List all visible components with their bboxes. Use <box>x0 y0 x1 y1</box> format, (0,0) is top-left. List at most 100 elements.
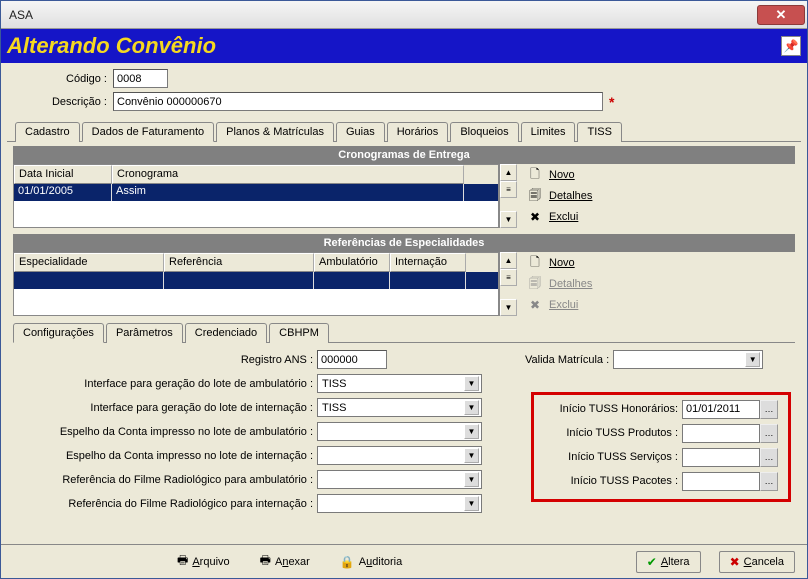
cell <box>314 272 390 289</box>
date-picker-button[interactable]: … <box>760 448 778 467</box>
cronogramas-grid[interactable]: Data Inicial Cronograma 01/01/2005 Assim <box>13 164 499 228</box>
tuss-pacotes-input[interactable] <box>682 472 760 491</box>
scroll-up-icon[interactable]: ▲ <box>500 252 517 269</box>
date-picker-button[interactable]: … <box>760 424 778 443</box>
config-right: Valida Matrícula : ▼ Início TUSS Honorár… <box>525 349 791 502</box>
tab-configuracoes[interactable]: Configurações <box>13 323 104 343</box>
arquivo-label: AArquivorquivo <box>192 556 229 568</box>
tab-planos-matriculas[interactable]: Planos & Matrículas <box>216 122 334 142</box>
scrollbar[interactable]: ▲ ≡ ▼ <box>499 252 517 316</box>
exclui-button[interactable]: ✖ Exclui <box>527 208 592 226</box>
tab-bloqueios[interactable]: Bloqueios <box>450 122 518 142</box>
delete-icon: ✖ <box>527 210 543 224</box>
interface-amb-combo[interactable]: TISS ▼ <box>317 374 482 393</box>
tuss-box: Início TUSS Honorários: … Início TUSS Pr… <box>531 392 791 502</box>
novo-button[interactable]: 🗋 Novo <box>527 254 592 272</box>
cell-crono: Assim <box>112 184 464 201</box>
table-row[interactable]: 01/01/2005 Assim <box>14 184 498 201</box>
espelho-int-combo[interactable]: ▼ <box>317 446 482 465</box>
scroll-down-icon[interactable]: ▼ <box>500 299 517 316</box>
registro-ans-input[interactable] <box>317 350 387 369</box>
detalhes-label: Detalhes <box>549 190 592 202</box>
attach-icon: 🖶 <box>260 551 271 572</box>
ref-filme-int-combo[interactable]: ▼ <box>317 494 482 513</box>
tab-tiss[interactable]: TISS <box>577 122 621 142</box>
tab-cadastro[interactable]: Cadastro <box>15 122 80 142</box>
bottom-bar: 🖶 AArquivorquivo 🖶 Anexar 🔒 Auditoria ✔ … <box>1 544 807 578</box>
novo-label: Novo <box>549 169 575 181</box>
exclui-button: ✖ Exclui <box>527 296 592 314</box>
valida-matricula-label: Valida Matrícula : <box>525 354 613 366</box>
ref-filme-int-label: Referência do Filme Radiológico para int… <box>17 498 317 510</box>
novo-button[interactable]: 🗋 Novo <box>527 166 592 184</box>
table-row[interactable] <box>14 272 498 289</box>
codigo-input[interactable] <box>113 69 168 88</box>
tuss-servicos-label: Início TUSS Serviços : <box>540 451 682 463</box>
chevron-down-icon: ▼ <box>464 472 479 487</box>
scroll-down-icon[interactable]: ▼ <box>500 211 517 228</box>
tab-guias[interactable]: Guias <box>336 122 385 142</box>
refesp-container: Especialidade Referência Ambulatório Int… <box>13 252 795 316</box>
espelho-amb-label: Espelho da Conta impresso no lote de amb… <box>17 426 317 438</box>
registro-ans-label: Registro ANS : <box>17 354 317 366</box>
tab-parametros[interactable]: Parâmetros <box>106 323 183 343</box>
details-icon: 🗐 <box>527 274 543 295</box>
close-button[interactable]: ✕ <box>757 5 805 25</box>
main-tabs: Cadastro Dados de Faturamento Planos & M… <box>7 121 801 142</box>
new-icon: 🗋 <box>527 253 543 274</box>
col-data-inicial[interactable]: Data Inicial <box>14 165 112 184</box>
exclui-label: Exclui <box>549 299 578 311</box>
cell-data: 01/01/2005 <box>14 184 112 201</box>
refesp-header: Referências de Especialidades <box>13 234 795 252</box>
ref-filme-amb-combo[interactable]: ▼ <box>317 470 482 489</box>
anexar-button[interactable]: 🖶 Anexar <box>254 549 316 574</box>
tuss-produtos-label: Início TUSS Produtos : <box>540 427 682 439</box>
scroll-handle[interactable]: ≡ <box>500 269 517 286</box>
close-icon: ✕ <box>776 7 787 23</box>
tab-cbhpm[interactable]: CBHPM <box>269 323 329 343</box>
cancela-button[interactable]: ✖ Cancela <box>719 551 795 573</box>
tab-limites[interactable]: Limites <box>521 122 576 142</box>
descricao-input[interactable] <box>113 92 603 111</box>
cronogramas-container: Data Inicial Cronograma 01/01/2005 Assim… <box>13 164 795 228</box>
ref-filme-amb-label: Referência do Filme Radiológico para amb… <box>17 474 317 486</box>
chevron-down-icon: ▼ <box>464 376 479 391</box>
tab-horarios[interactable]: Horários <box>387 122 449 142</box>
exclui-label: Exclui <box>549 211 578 223</box>
cronogramas-actions: 🗋 Novo 🗐 Detalhes ✖ Exclui <box>517 164 602 228</box>
tuss-honorarios-input[interactable] <box>682 400 760 419</box>
detalhes-label: Detalhes <box>549 278 592 290</box>
col-ambulatorio[interactable]: Ambulatório <box>314 253 390 272</box>
lock-icon: 🔒 <box>340 555 355 569</box>
refesp-grid[interactable]: Especialidade Referência Ambulatório Int… <box>13 252 499 316</box>
col-especialidade[interactable]: Especialidade <box>14 253 164 272</box>
arquivo-button[interactable]: 🖶 AArquivorquivo <box>171 549 236 574</box>
new-icon: 🗋 <box>527 165 543 186</box>
interface-int-combo[interactable]: TISS ▼ <box>317 398 482 417</box>
col-cronograma[interactable]: Cronograma <box>112 165 464 184</box>
tuss-produtos-input[interactable] <box>682 424 760 443</box>
col-internacao[interactable]: Internação <box>390 253 466 272</box>
col-referencia[interactable]: Referência <box>164 253 314 272</box>
date-picker-button[interactable]: … <box>760 400 778 419</box>
auditoria-button[interactable]: 🔒 Auditoria <box>334 553 408 571</box>
tuss-servicos-input[interactable] <box>682 448 760 467</box>
espelho-int-label: Espelho da Conta impresso no lote de int… <box>17 450 317 462</box>
config-left: Registro ANS : Interface para geração do… <box>17 349 525 517</box>
scroll-handle[interactable]: ≡ <box>500 181 517 198</box>
required-icon: * <box>609 94 614 110</box>
grid-header: Especialidade Referência Ambulatório Int… <box>14 253 498 272</box>
valida-matricula-combo[interactable]: ▼ <box>613 350 763 369</box>
detalhes-button[interactable]: 🗐 Detalhes <box>527 187 592 205</box>
printer-icon: 🖶 <box>177 551 188 572</box>
altera-button[interactable]: ✔ Altera <box>636 551 701 573</box>
pin-button[interactable]: 📌 <box>781 36 801 56</box>
tab-dados-faturamento[interactable]: Dados de Faturamento <box>82 122 215 142</box>
cell <box>390 272 466 289</box>
scroll-up-icon[interactable]: ▲ <box>500 164 517 181</box>
date-picker-button[interactable]: … <box>760 472 778 491</box>
interface-int-label: Interface para geração do lote de intern… <box>17 402 317 414</box>
espelho-amb-combo[interactable]: ▼ <box>317 422 482 441</box>
scrollbar[interactable]: ▲ ≡ ▼ <box>499 164 517 228</box>
tab-credenciado[interactable]: Credenciado <box>185 323 267 343</box>
